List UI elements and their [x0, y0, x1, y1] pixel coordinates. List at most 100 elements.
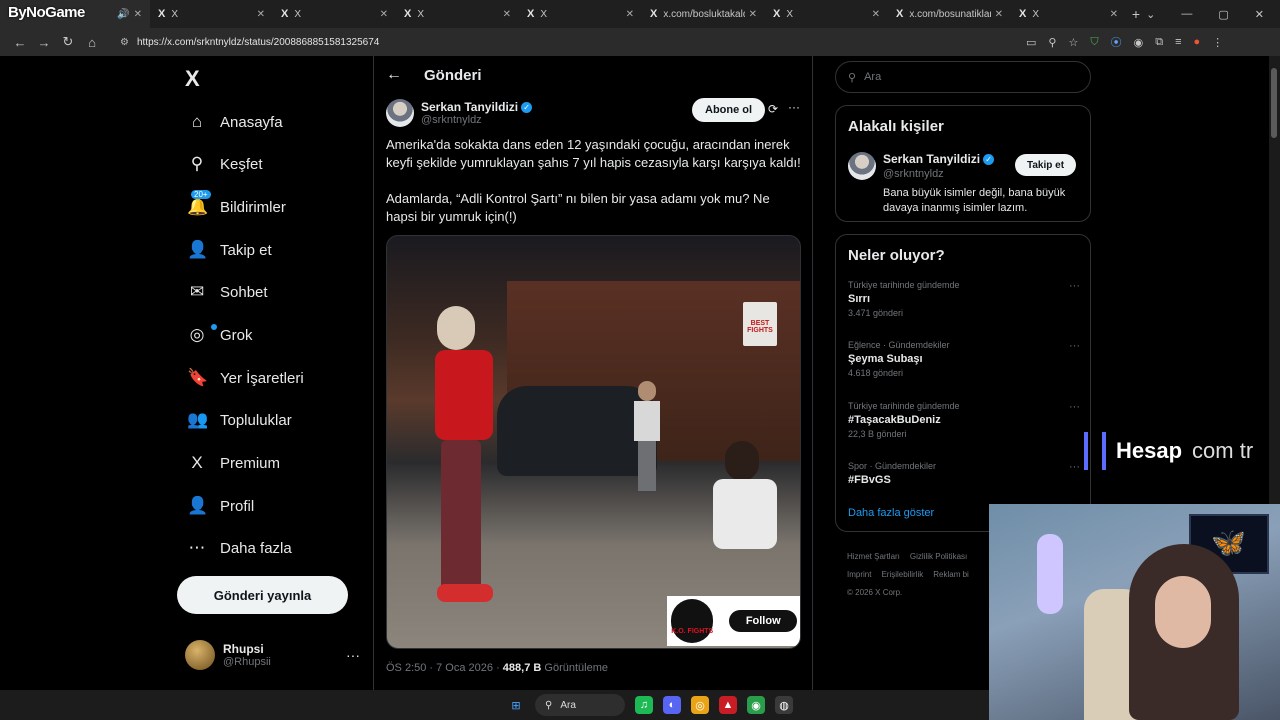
- trend-item[interactable]: Türkiye tarihinde gündemde Sırrı 3.471 g…: [848, 280, 1080, 318]
- taskbar-search[interactable]: ⚲ Ara: [535, 694, 625, 716]
- profile-avatar-icon[interactable]: ●: [1193, 36, 1200, 48]
- nav-home[interactable]: ⌂ Anasayfa: [187, 102, 283, 142]
- close-tab-icon[interactable]: ✕: [134, 9, 142, 20]
- back-icon[interactable]: ←: [8, 35, 32, 50]
- shield-extension-icon[interactable]: ⛉: [1090, 36, 1098, 49]
- minimize-icon[interactable]: —: [1181, 8, 1192, 21]
- windows-start-icon[interactable]: ⊞: [507, 696, 525, 714]
- close-tab-icon[interactable]: ✕: [626, 9, 634, 20]
- close-tab-icon[interactable]: ✕: [749, 9, 757, 20]
- more-icon[interactable]: ···: [788, 100, 800, 114]
- menu-dots-icon[interactable]: ⋮: [1212, 36, 1223, 49]
- tab-search-icon[interactable]: ⌄: [1146, 8, 1155, 21]
- nav-profile[interactable]: 👤 Profil: [187, 486, 254, 526]
- search-input[interactable]: ⚲ Ara: [835, 61, 1091, 93]
- translate-extension-icon[interactable]: ⦿: [1111, 34, 1122, 50]
- nav-label: Keşfet: [220, 155, 263, 173]
- cookie-extension-icon[interactable]: ◉: [1134, 36, 1144, 49]
- browser-tab[interactable]: X X ✕: [765, 0, 888, 28]
- subscribe-button[interactable]: Abone ol: [692, 98, 766, 122]
- close-window-icon[interactable]: ✕: [1255, 8, 1264, 21]
- footer-link[interactable]: Erişilebilirlik: [881, 570, 923, 579]
- media-icon[interactable]: ≡: [1175, 36, 1181, 48]
- more-icon[interactable]: ···: [346, 647, 360, 663]
- related-title: Alakalı kişiler: [848, 118, 944, 135]
- browser-tab[interactable]: X X ✕: [273, 0, 396, 28]
- close-tab-icon[interactable]: ✕: [380, 9, 388, 20]
- related-name[interactable]: Serkan Tanyildizi: [883, 152, 980, 166]
- browser-tab[interactable]: X X ✕: [519, 0, 642, 28]
- discord-icon[interactable]: ◐: [663, 696, 681, 714]
- close-tab-icon[interactable]: ✕: [1110, 9, 1118, 20]
- chrome-alt-icon[interactable]: ◉: [747, 696, 765, 714]
- spotify-icon[interactable]: ♫: [635, 696, 653, 714]
- more-icon[interactable]: ···: [1069, 280, 1080, 292]
- nav-premium[interactable]: X Premium: [187, 443, 280, 483]
- nav-chat[interactable]: ✉ Sohbet: [187, 272, 268, 312]
- nav-grok[interactable]: ◎ Grok: [187, 315, 253, 355]
- video-seated-man: [705, 441, 785, 571]
- show-more-link[interactable]: Daha fazla göster: [848, 507, 934, 519]
- trend-name: #FBvGS: [848, 474, 891, 486]
- footer-link[interactable]: Reklam bi: [933, 570, 969, 579]
- trend-item[interactable]: Eğlence · Gündemdekiler Şeyma Subaşı 4.6…: [848, 340, 1080, 378]
- nav-notifications[interactable]: 🔔 20+ Bildirimler: [187, 187, 286, 227]
- trend-item[interactable]: Türkiye tarihinde gündemde #TaşacakBuDen…: [848, 401, 1080, 439]
- reload-icon[interactable]: ↻: [56, 34, 80, 50]
- more-icon[interactable]: ···: [1069, 401, 1080, 413]
- chrome-icon[interactable]: ◎: [691, 696, 709, 714]
- forward-icon[interactable]: →: [32, 35, 56, 50]
- close-tab-icon[interactable]: ✕: [257, 9, 265, 20]
- author-handle[interactable]: @srkntnyldz: [421, 114, 532, 126]
- tab-title: X: [171, 8, 179, 20]
- bookmark-star-icon[interactable]: ☆: [1068, 36, 1078, 49]
- account-switcher[interactable]: Rhupsi @Rhupsii ···: [185, 638, 360, 672]
- nav-explore[interactable]: ⚲ Keşfet: [187, 144, 263, 184]
- trend-context: Türkiye tarihinde gündemde: [848, 401, 960, 411]
- avatar[interactable]: [848, 152, 876, 180]
- grok-explain-icon[interactable]: ⟳: [768, 102, 778, 116]
- close-tab-icon[interactable]: ✕: [995, 9, 1003, 20]
- more-icon[interactable]: ···: [1069, 461, 1080, 473]
- speaker-icon[interactable]: 🔊: [117, 9, 129, 20]
- avatar[interactable]: [386, 99, 414, 127]
- post-time[interactable]: ÖS 2:50 · 7 Oca 2026 ·: [386, 662, 500, 674]
- new-tab-button[interactable]: +: [1126, 6, 1146, 22]
- page-title: Gönderi: [424, 66, 482, 84]
- footer-link[interactable]: Hizmet Şartları: [847, 552, 900, 561]
- obs-icon[interactable]: ◍: [775, 696, 793, 714]
- browser-tab[interactable]: X X ✕: [396, 0, 519, 28]
- maximize-icon[interactable]: ▢: [1218, 8, 1228, 21]
- nav-more[interactable]: ⋯ Daha fazla: [187, 528, 292, 568]
- nav-follow[interactable]: 👤 Takip et: [187, 230, 272, 270]
- browser-tab[interactable]: X X ✕: [150, 0, 273, 28]
- zoom-icon[interactable]: ⚲: [1048, 36, 1056, 49]
- browser-tab[interactable]: Xx.com/bosunatiklama ✕: [888, 0, 1011, 28]
- back-arrow-icon[interactable]: ←: [386, 66, 402, 84]
- red-app-icon[interactable]: ▲: [719, 696, 737, 714]
- post-video[interactable]: BEST FIGHTS K.O. FIGHTS Follow: [386, 235, 801, 649]
- cast-icon[interactable]: ▭: [1026, 36, 1036, 49]
- more-icon[interactable]: ···: [1069, 340, 1080, 352]
- close-tab-icon[interactable]: ✕: [503, 9, 511, 20]
- footer-link[interactable]: Gizlilik Politikası: [910, 552, 967, 561]
- author-name[interactable]: Serkan Tanyildizi: [421, 100, 518, 114]
- nav-bookmarks[interactable]: 🔖 Yer İşaretleri: [187, 358, 304, 398]
- home-icon[interactable]: ⌂: [80, 35, 104, 50]
- footer-link[interactable]: Imprint: [847, 570, 871, 579]
- close-tab-icon[interactable]: ✕: [872, 9, 880, 20]
- nav-label: Topluluklar: [220, 411, 292, 429]
- trend-item[interactable]: Spor · Gündemdekiler #FBvGS ···: [848, 461, 1080, 486]
- search-icon: ⚲: [190, 154, 204, 173]
- browser-tab[interactable]: X X ✕: [1011, 0, 1126, 28]
- webcam-overlay: 🦋: [989, 504, 1280, 720]
- x-logo-icon[interactable]: X: [185, 66, 200, 92]
- url-field[interactable]: ⚙ https://x.com/srkntnyldz/status/200886…: [110, 31, 1010, 53]
- browser-tab[interactable]: Xx.com/bosluktakaldı ✕: [642, 0, 765, 28]
- post-button[interactable]: Gönderi yayınla: [177, 576, 348, 614]
- puzzle-icon[interactable]: ⧉: [1155, 36, 1163, 49]
- scrollbar-thumb[interactable]: [1271, 68, 1277, 138]
- nav-communities[interactable]: 👥 Topluluklar: [187, 400, 292, 440]
- site-info-icon[interactable]: ⚙: [120, 37, 129, 48]
- follow-button[interactable]: Takip et: [1015, 154, 1077, 176]
